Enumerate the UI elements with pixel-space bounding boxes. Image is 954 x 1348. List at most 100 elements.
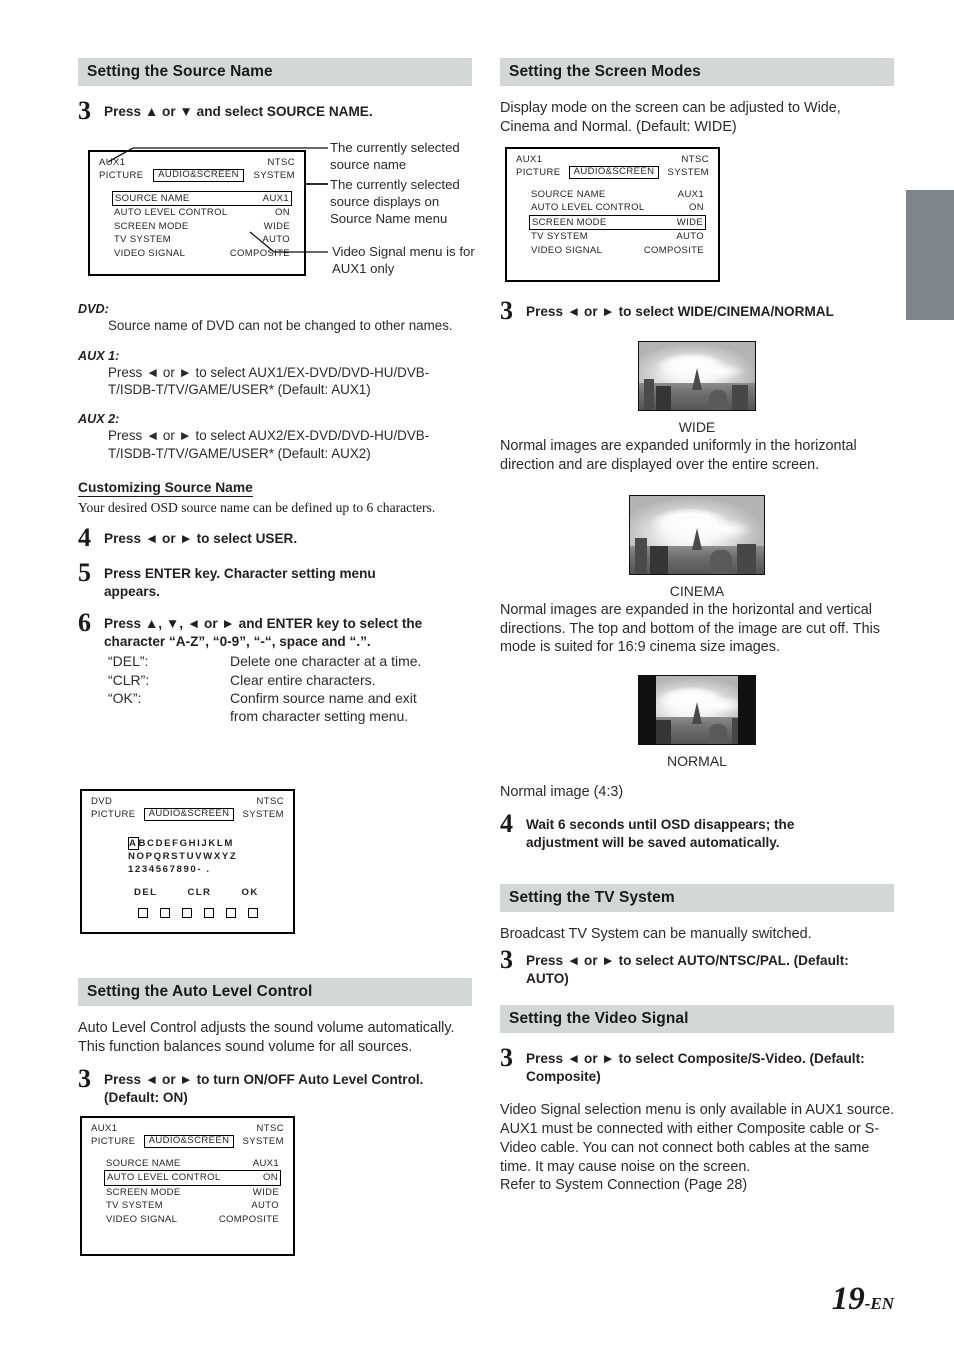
step-3-screen-mode: 3 Press ◄ or ► to select WIDE/CINEMA/NOR… [500,295,894,325]
character-slot [138,908,148,919]
customizing-heading: Customizing Source Name [78,480,253,498]
character-slot [160,908,170,919]
osd-menu-item-video-signal: VIDEO SIGNAL COMPOSITE [104,1213,281,1226]
step-number: 3 [500,295,513,325]
screen-mode-normal-block: NORMAL [500,675,894,769]
character-action-row: DEL CLR OK [134,887,293,898]
osd-menu-item-video-signal: VIDEO SIGNAL COMPOSITE [529,244,706,257]
aux2-note: Press ◄ or ► to select AUX2/EX-DVD/DVD-H… [108,428,430,461]
osd-item-value: WIDE [252,1186,279,1198]
definition-row-del: “DEL”: Delete one character at a time. [108,652,472,670]
thumbnail-caption-cinema: CINEMA [669,582,725,599]
character-key-definitions: “DEL”: Delete one character at a time. “… [108,652,472,725]
page-number: 19-EN [832,1281,894,1318]
tv-system-intro: Broadcast TV System can be manually swit… [500,926,812,943]
thumbnail-caption-normal: NORMAL [667,753,727,769]
osd-item-label: SOURCE NAME [531,188,606,200]
character-slot [204,908,214,919]
section-heading-auto-level-control: Setting the Auto Level Control [78,978,472,1007]
osd-tab-picture: PICTURE [91,809,136,821]
step-text: Press ◄ or ► to select Composite/S-Video… [526,1051,865,1085]
osd-tab-audio-screen: AUDIO&SCREEN [143,808,235,822]
osd-item-label: AUTO LEVEL CONTROL [107,1172,221,1184]
definition-key: “DEL”: [108,653,149,670]
customizing-source-name-block: Customizing Source Name Your desired OSD… [78,462,472,516]
osd-item-value: WIDE [676,216,703,228]
osd-item-value: AUX1 [252,1157,279,1169]
step-text: Press ▲, ▼, ◄ or ► and ENTER key to sele… [104,616,423,650]
callout-video-signal: Video Signal menu is for AUX1 only [332,243,475,277]
osd-source-label: AUX1 [91,1123,118,1135]
section-heading-video-signal: Setting the Video Signal [500,1005,894,1034]
definition-key: “CLR”: [108,671,150,688]
character-slot [182,908,192,919]
character-row-3: 1234567890- . [128,864,211,876]
osd-item-value: AUX1 [677,188,704,200]
left-column: Setting the Source Name 3 Press ▲ or ▼ a… [78,58,475,1257]
osd-menu-item-screen-mode: SCREEN MODE WIDE [104,1186,281,1199]
osd-character-setting-screen: DVD NTSC PICTURE AUDIO&SCREEN SYSTEM ABC… [80,789,295,935]
step-5-enter-key: 5 Press ENTER key. Character setting men… [78,558,472,601]
osd-item-label: AUTO LEVEL CONTROL [531,202,645,214]
osd-item-label: TV SYSTEM [106,1200,163,1212]
aux2-subheading: AUX 2: [78,412,120,427]
osd-item-value: COMPOSITE [643,244,704,256]
dvd-subheading: DVD: [78,301,109,316]
video-signal-notes: Video Signal selection menu is only avai… [500,1102,895,1194]
osd-header-row: AUX1 NTSC [507,149,718,165]
thumbnail-caption-wide: WIDE [678,419,716,436]
page-number-suffix: -EN [864,1294,894,1313]
character-row-1-rest: BCDEFGHIJKLM [138,838,234,850]
osd-tab-picture: PICTURE [516,166,561,178]
step-number: 5 [78,558,91,588]
step-number: 3 [78,1063,91,1093]
osd-tab-system: SYSTEM [242,1135,284,1147]
osd-system-label: NTSC [681,153,709,165]
callout-source-displays: The currently selected source displays o… [330,176,460,227]
step-3-source-name: 3 Press ▲ or ▼ and select SOURCE NAME. [78,98,472,124]
step-text: Wait 6 seconds until OSD disappears; the… [526,816,795,850]
definition-value-continued: from character setting menu. [230,707,409,724]
osd-item-label: SCREEN MODE [532,216,607,228]
osd-header-row: DVD NTSC [82,791,293,807]
osd-auto-level-screen: AUX1 NTSC PICTURE AUDIO&SCREEN SYSTEM SO… [80,1116,295,1257]
osd-menu-item-screen-mode: SCREEN MODE WIDE [529,214,706,231]
osd-menu-item-source-name: SOURCE NAME AUX1 [529,188,706,201]
osd-system-label: NTSC [256,796,284,808]
step-number: 4 [500,808,513,838]
step-text: Press ENTER key. Character setting menu … [104,566,376,600]
step-text: Press ▲ or ▼ and select SOURCE NAME. [104,104,373,120]
osd-menu-list: SOURCE NAME AUX1 AUTO LEVEL CONTROL ON S… [82,1157,293,1226]
page-edge-tab [906,190,954,320]
osd-item-value: AUTO [676,231,704,243]
osd-menu-item-tv-system: TV SYSTEM AUTO [529,230,706,243]
osd-item-label: SOURCE NAME [106,1157,181,1169]
screen-mode-cinema-description: Normal images are expanded in the horizo… [500,601,880,656]
osd-header-row: AUX1 NTSC [82,1118,293,1134]
step-text: Press ◄ or ► to turn ON/OFF Auto Level C… [104,1071,424,1105]
definition-value: Confirm source name and exit [230,689,417,706]
character-slot-row [138,908,293,919]
osd-item-value: ON [689,202,704,214]
thumbnail-wide [638,341,756,412]
pillarbox-right [738,676,755,744]
screen-mode-wide-description: Normal images are expanded uniformly in … [500,438,857,474]
step-4-wait-osd: 4 Wait 6 seconds until OSD disappears; t… [500,808,894,852]
action-ok: OK [241,887,259,899]
osd-menu-item-source-name: SOURCE NAME AUX1 [104,1157,281,1170]
character-grid: ABCDEFGHIJKLM NOPQRSTUVWXYZ 1234567890- … [128,837,293,876]
step-text: Press ◄ or ► to select AUTO/NTSC/PAL. (D… [526,952,849,986]
osd-menu-item-tv-system: TV SYSTEM AUTO [104,1199,281,1212]
step-number: 3 [500,1043,513,1073]
definition-value: Delete one character at a time. [230,653,422,670]
character-row-1: ABCDEFGHIJKLM [128,837,293,851]
pillarbox-left [639,676,656,744]
aux1-note: Press ◄ or ► to select AUX1/EX-DVD/DVD-H… [108,364,430,398]
osd-menu-item-auto-level-control: AUTO LEVEL CONTROL ON [104,1170,281,1186]
section-heading-source-name: Setting the Source Name [78,58,472,87]
action-clr: CLR [187,887,212,899]
step-number: 4 [78,523,91,553]
callout-source-name: The currently selected source name [330,139,460,173]
screen-modes-intro: Display mode on the screen can be adjust… [500,100,841,135]
step-text: Press ◄ or ► to select USER. [104,531,298,547]
